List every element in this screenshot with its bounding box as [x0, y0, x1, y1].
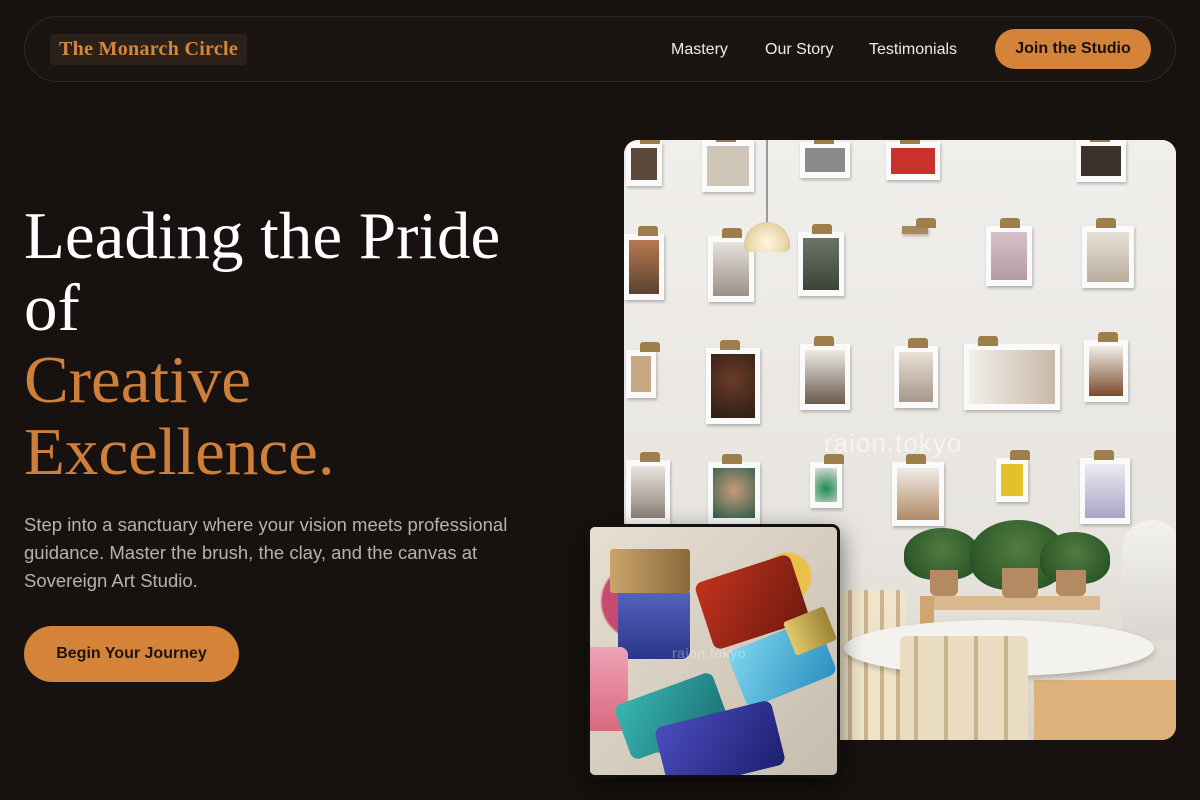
nav-link-our-story[interactable]: Our Story: [765, 39, 833, 61]
clipboard-print: [996, 450, 1030, 502]
clipboard-print: [964, 336, 1060, 410]
nav-link-testimonials[interactable]: Testimonials: [869, 39, 957, 61]
clipboard-print: [626, 452, 670, 524]
nav-link-mastery[interactable]: Mastery: [671, 39, 728, 61]
hero-headline: Leading the Pride of Creative Excellence…: [24, 200, 584, 488]
brand-logo[interactable]: The Monarch Circle: [50, 34, 248, 65]
plant-pot: [1002, 568, 1038, 598]
clipboard-print: [1082, 218, 1134, 288]
headline-line-2: of: [24, 271, 80, 345]
photo-watermark: raion.tokyo: [824, 428, 963, 458]
clipboard-print: [1076, 140, 1126, 182]
pendant-lamp-cord: [766, 140, 768, 225]
clipboard-print: [894, 338, 938, 408]
clipboard-print: [702, 140, 754, 192]
hero-subtext: Step into a sanctuary where your vision …: [24, 514, 508, 591]
wooden-shelf: [920, 596, 1100, 610]
headline-accent-line-1: Creative: [24, 343, 251, 417]
clipboard-print: [800, 140, 850, 178]
clipboard-print: [798, 224, 844, 296]
paintbrushes-photo: raion.tokyo: [587, 524, 840, 778]
clipboard-print: [626, 342, 660, 398]
clipboard-print: [708, 454, 760, 524]
clipboard-print: [624, 226, 664, 300]
plant-pot: [930, 570, 958, 596]
clipboard-print: [1084, 332, 1128, 402]
clipboard-print: [892, 454, 944, 526]
clipboard-print: [810, 454, 844, 508]
headline-line-1: Leading the Pride: [24, 199, 501, 273]
clipboard-print: [886, 140, 940, 180]
plant-pot: [1056, 570, 1086, 596]
clipboard-print: [706, 340, 760, 424]
clipboard-print: [986, 218, 1032, 286]
clipboard-empty: [902, 218, 936, 234]
clipboard-print: [626, 140, 662, 186]
vintage-scale: [1122, 520, 1176, 640]
clipboard-print: [800, 336, 850, 410]
top-navbar: The Monarch Circle Mastery Our Story Tes…: [24, 16, 1176, 82]
headline-accent-line-2: Excellence.: [24, 415, 335, 489]
begin-journey-button[interactable]: Begin Your Journey: [24, 626, 239, 682]
wooden-cabinet: [1034, 680, 1176, 740]
wooden-chair: [900, 636, 1028, 740]
join-studio-button[interactable]: Join the Studio: [995, 29, 1151, 69]
brush-ferrule: [610, 549, 690, 593]
clipboard-print: [1080, 450, 1130, 524]
inset-watermark: raion.tokyo: [672, 645, 746, 661]
